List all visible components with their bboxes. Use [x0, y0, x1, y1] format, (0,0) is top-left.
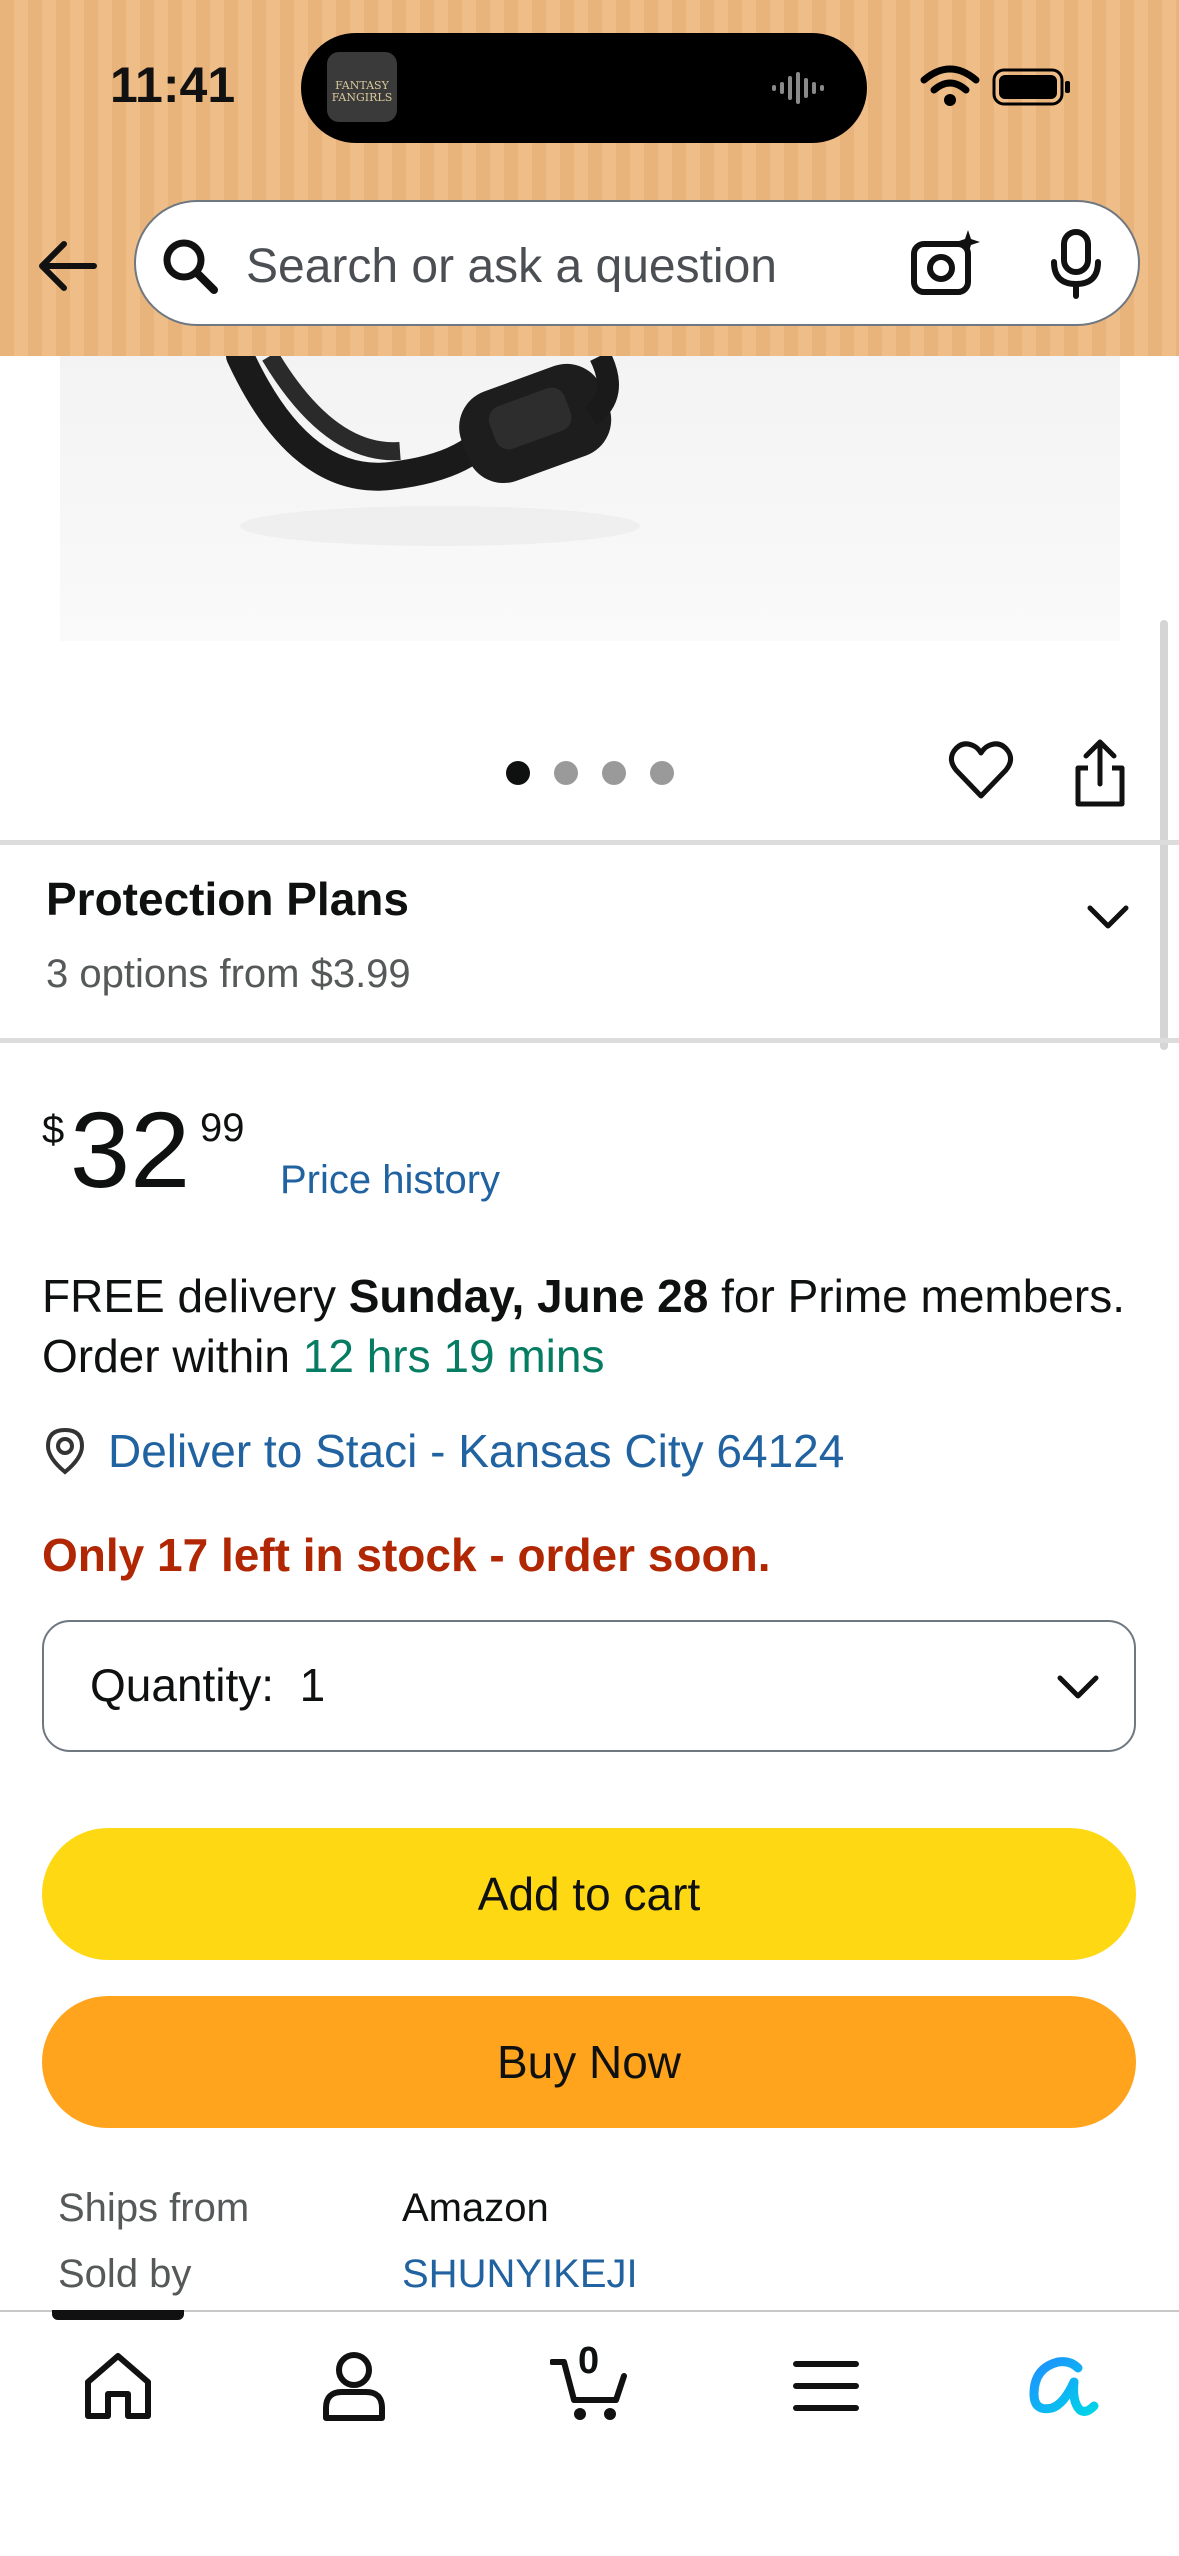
- camera-lens-icon[interactable]: [910, 228, 980, 298]
- price-fraction: 99: [200, 1106, 245, 1150]
- rufus-assistant-icon[interactable]: [1020, 2346, 1100, 2426]
- section-divider: [0, 1038, 1179, 1043]
- heart-icon[interactable]: [948, 740, 1014, 802]
- location-pin-icon: [45, 1427, 85, 1475]
- buy-now-button[interactable]: Buy Now: [42, 1996, 1136, 2128]
- price-currency-symbol: $: [42, 1108, 65, 1152]
- status-time: 11:41: [110, 57, 236, 113]
- scroll-indicator[interactable]: [1160, 620, 1168, 1050]
- carousel-dot[interactable]: [506, 761, 530, 785]
- chevron-down-icon[interactable]: [1056, 1672, 1100, 1702]
- quantity-value: 1: [299, 1659, 326, 1711]
- delivery-countdown: 12 hrs 19 mins: [302, 1330, 605, 1382]
- carousel-dot[interactable]: [554, 761, 578, 785]
- search-input[interactable]: [246, 236, 786, 296]
- delivery-prefix: FREE delivery: [42, 1270, 349, 1322]
- nav-active-indicator: [52, 2310, 184, 2320]
- price-history-link[interactable]: Price history: [280, 1158, 500, 1203]
- back-arrow-icon[interactable]: [36, 238, 98, 294]
- ships-from-label: Ships from: [58, 2186, 250, 2230]
- sold-by-label: Sold by: [58, 2252, 192, 2296]
- sold-by-link[interactable]: SHUNYIKEJI: [402, 2252, 638, 2297]
- audio-wave-icon: [772, 72, 824, 104]
- chevron-down-icon[interactable]: [1086, 902, 1130, 932]
- search-icon: [163, 239, 218, 294]
- menu-icon[interactable]: [786, 2346, 866, 2426]
- quantity-label: Quantity: 1: [90, 1658, 325, 1712]
- delivery-date: Sunday, June 28: [348, 1270, 709, 1322]
- delivery-message: FREE delivery Sunday, June 28 for Prime …: [42, 1266, 1142, 1386]
- island-app-logo-text: FANTASY FANGIRLS: [331, 79, 393, 104]
- add-to-cart-button[interactable]: Add to cart: [42, 1828, 1136, 1960]
- power-cord-image: [226, 342, 640, 546]
- product-image[interactable]: [60, 342, 1120, 641]
- protection-plans-subtitle: 3 options from $3.99: [46, 952, 411, 996]
- island-app-logo: FANTASY FANGIRLS: [327, 52, 397, 122]
- home-icon[interactable]: [78, 2346, 158, 2426]
- battery-icon: [992, 68, 1070, 106]
- carousel-dot[interactable]: [602, 761, 626, 785]
- microphone-icon[interactable]: [1046, 228, 1106, 300]
- account-icon[interactable]: [314, 2346, 394, 2426]
- section-divider: [0, 840, 1179, 845]
- stock-warning: Only 17 left in stock - order soon.: [42, 1529, 771, 1581]
- ships-from-value: Amazon: [402, 2186, 549, 2230]
- cart-count-badge: 0: [578, 2340, 600, 2382]
- quantity-label-text: Quantity:: [90, 1659, 275, 1711]
- deliver-to-link[interactable]: Deliver to Staci - Kansas City 64124: [108, 1424, 844, 1478]
- price-whole: 32: [70, 1089, 191, 1210]
- carousel-dot[interactable]: [650, 761, 674, 785]
- share-icon[interactable]: [1070, 738, 1130, 808]
- wifi-icon: [920, 65, 980, 106]
- protection-plans-title: Protection Plans: [46, 873, 409, 925]
